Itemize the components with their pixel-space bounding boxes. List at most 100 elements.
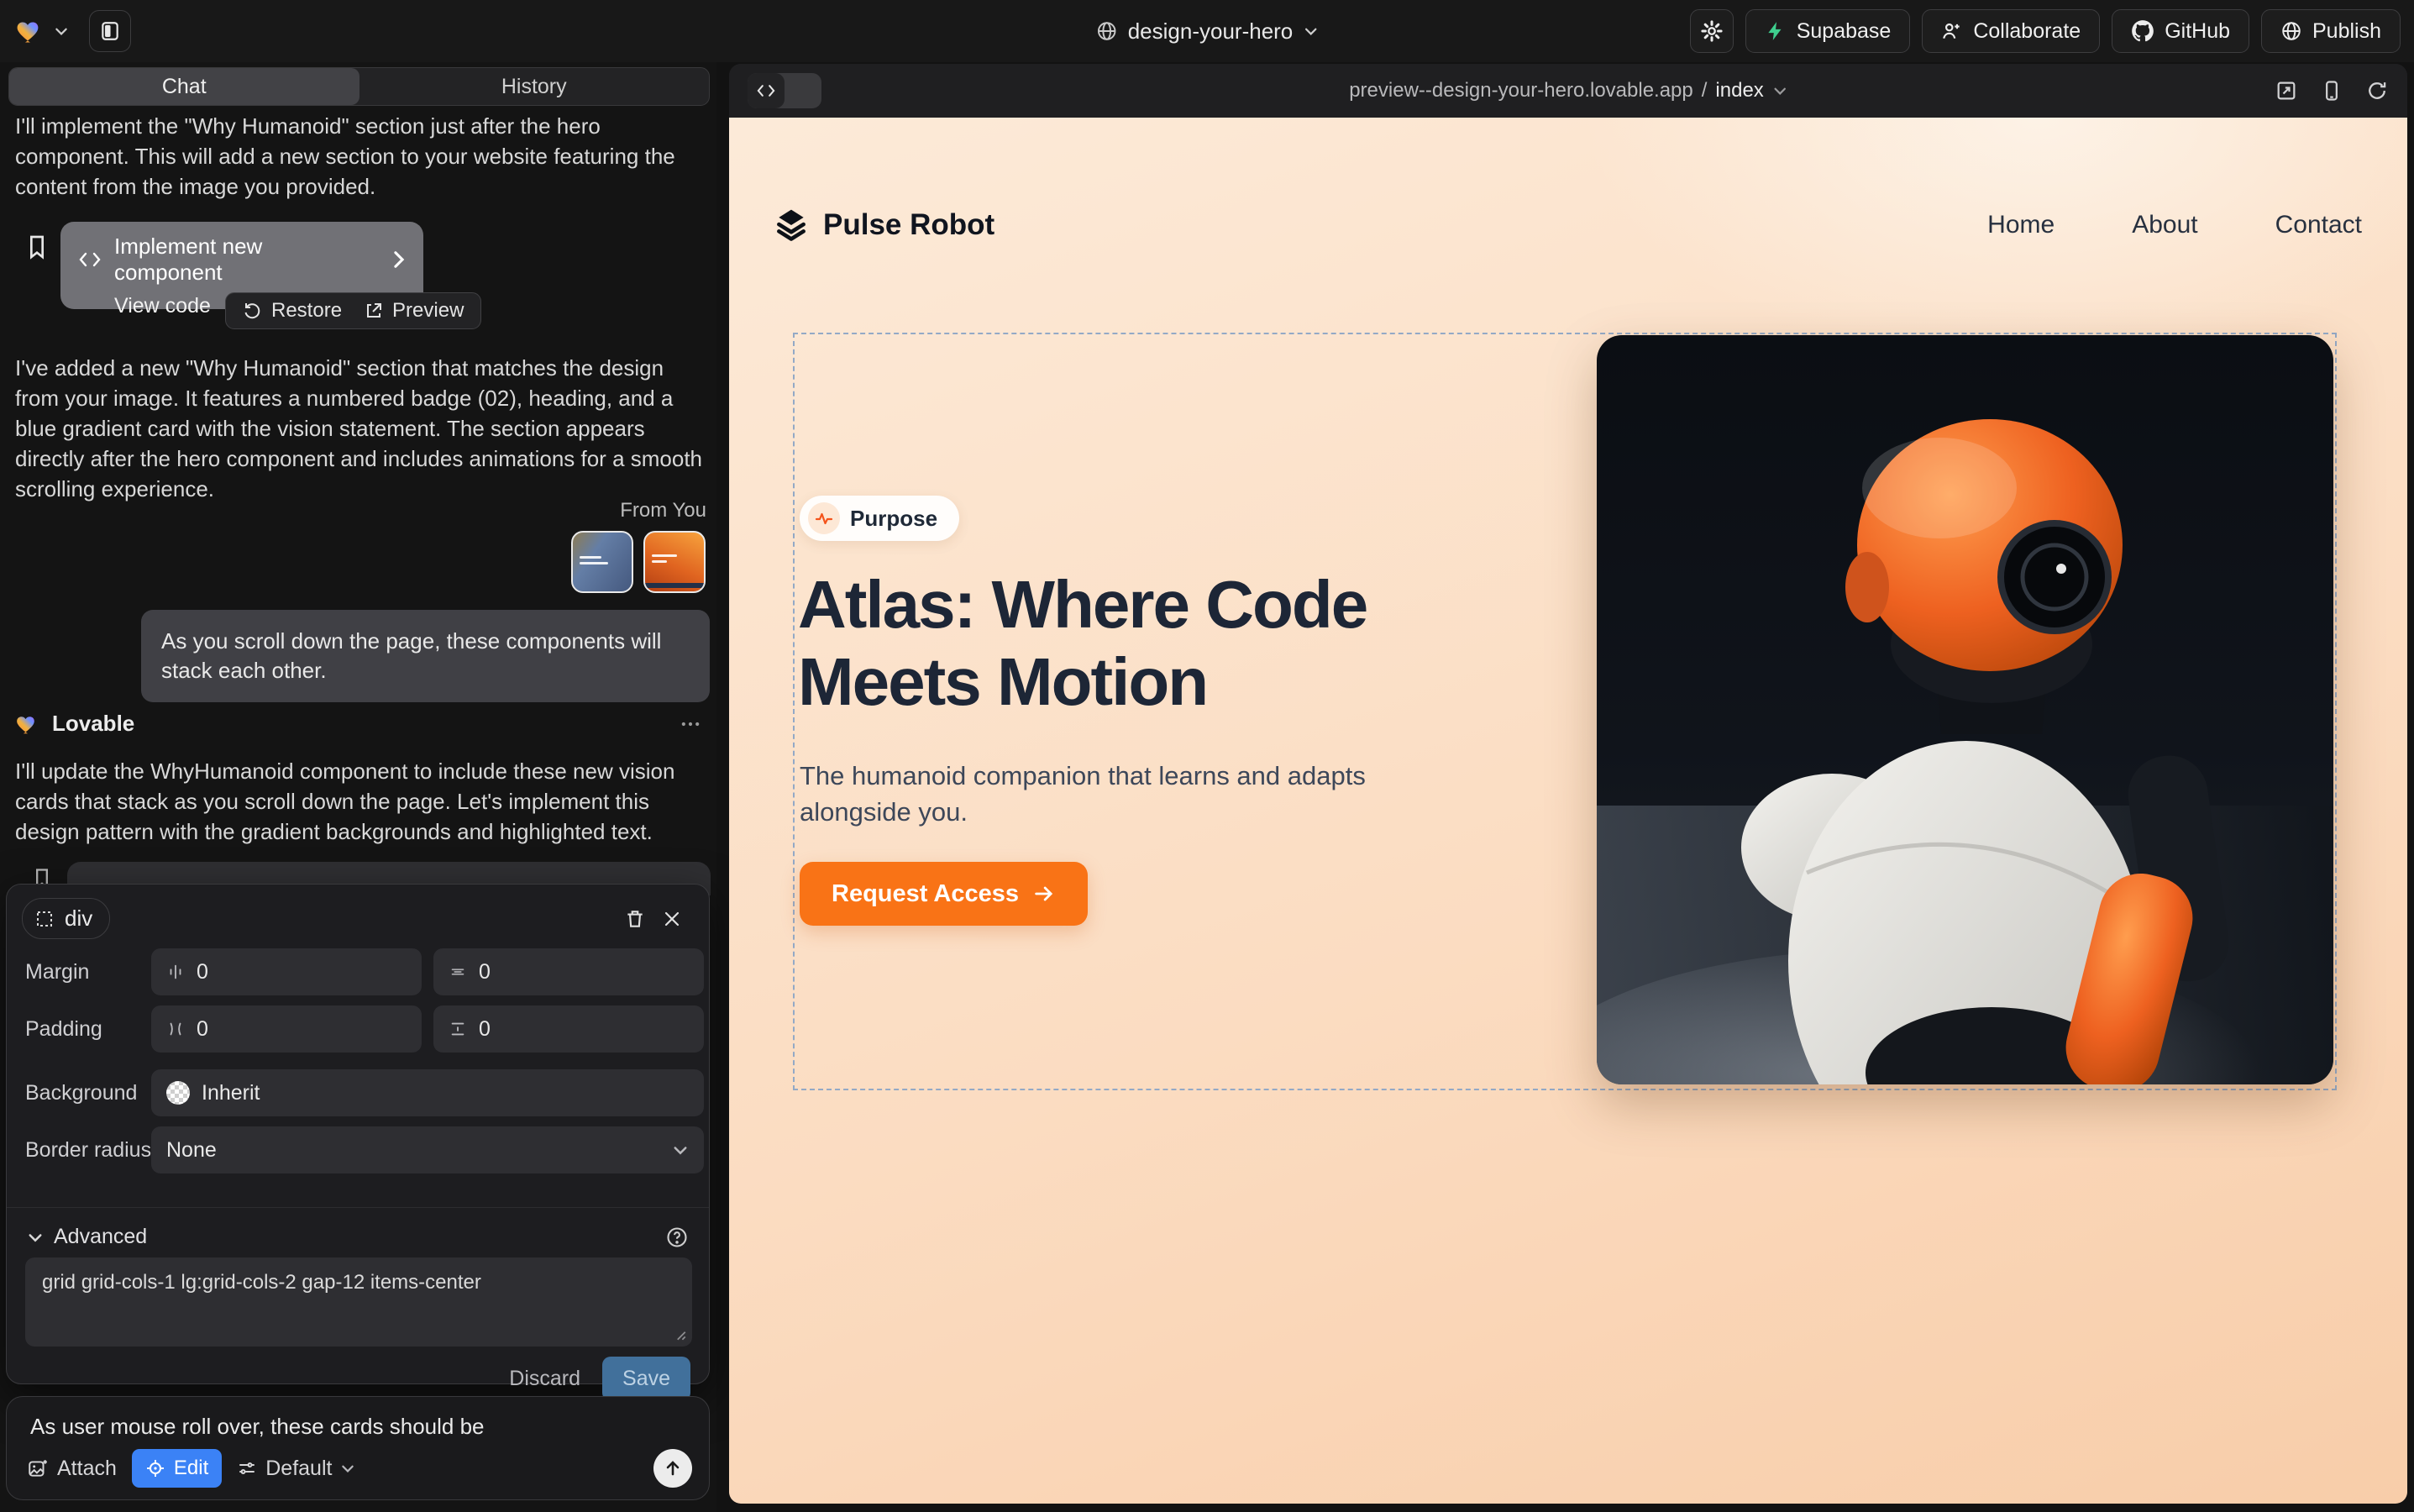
hero-heading: Atlas: Where Code Meets Motion xyxy=(798,566,1367,721)
user-message-bubble: As you scroll down the page, these compo… xyxy=(141,610,710,702)
settings-button[interactable] xyxy=(1690,9,1734,53)
open-in-new-tab-icon[interactable] xyxy=(2275,79,2298,102)
attachment-thumbnail-blue[interactable] xyxy=(571,531,633,593)
site-canvas: Pulse Robot Home About Contact Purpose A… xyxy=(729,118,2407,1504)
lovable-logo-icon[interactable] xyxy=(15,16,45,46)
chevron-down-icon xyxy=(672,1142,689,1158)
assistant-message-2: I've added a new "Why Humanoid" section … xyxy=(15,353,702,504)
resize-handle[interactable] xyxy=(672,1326,687,1341)
preview-domain: preview--design-your-hero.lovable.app xyxy=(1349,79,1693,102)
margin-x-input[interactable]: 0 xyxy=(151,948,422,995)
element-tag: div xyxy=(65,906,92,932)
restore-button[interactable]: Restore xyxy=(243,299,342,323)
preview-toolbar: preview--design-your-hero.lovable.app / … xyxy=(729,64,2407,118)
delete-element-button[interactable] xyxy=(617,900,653,937)
padding-label: Padding xyxy=(25,1017,102,1042)
margin-x-icon xyxy=(166,963,185,981)
mobile-view-icon[interactable] xyxy=(2320,79,2343,102)
from-you-label: From You xyxy=(620,499,706,522)
margin-label: Margin xyxy=(25,960,89,984)
preview-url[interactable]: preview--design-your-hero.lovable.app / … xyxy=(1349,79,1787,102)
supabase-button[interactable]: Supabase xyxy=(1745,9,1911,53)
hero-robot-image xyxy=(1597,335,2333,1084)
background-label: Background xyxy=(25,1081,137,1105)
github-button[interactable]: GitHub xyxy=(2112,9,2249,53)
project-switcher[interactable]: design-your-hero xyxy=(1096,0,1319,62)
assistant-name: Lovable xyxy=(52,711,134,737)
advanced-section-label[interactable]: Advanced xyxy=(54,1225,147,1249)
pulse-icon xyxy=(808,502,840,534)
site-logo[interactable]: Pulse Robot xyxy=(773,207,994,244)
edit-mode-button[interactable]: Edit xyxy=(132,1449,222,1488)
attach-image-icon xyxy=(27,1457,49,1479)
sliders-icon xyxy=(237,1458,257,1478)
selected-element-pill[interactable]: div xyxy=(22,898,110,939)
hero-subheading: The humanoid companion that learns and a… xyxy=(800,758,1366,830)
assistant-message-1: I'll implement the "Why Humanoid" sectio… xyxy=(15,111,702,202)
layers-logo-icon xyxy=(773,207,810,244)
attachment-thumbnail-orange[interactable] xyxy=(643,531,706,593)
chevron-down-icon xyxy=(1772,83,1787,98)
collaborate-icon xyxy=(1941,20,1963,42)
attach-button[interactable]: Attach xyxy=(27,1457,117,1481)
nav-home[interactable]: Home xyxy=(1987,211,2055,239)
discard-button[interactable]: Discard xyxy=(509,1367,580,1391)
chevron-down-icon[interactable] xyxy=(54,24,69,39)
nav-about[interactable]: About xyxy=(2132,211,2197,239)
margin-y-icon xyxy=(449,963,467,981)
project-name: design-your-hero xyxy=(1128,18,1294,45)
save-button[interactable]: Save xyxy=(602,1357,690,1401)
brand-name: Pulse Robot xyxy=(823,208,994,242)
padding-x-input[interactable]: 0 xyxy=(151,1005,422,1053)
preview-button[interactable]: Preview xyxy=(364,299,464,323)
help-icon[interactable] xyxy=(665,1226,689,1249)
background-input[interactable]: Inherit xyxy=(151,1069,704,1116)
app-topbar: design-your-hero Supabase Collaborate Gi… xyxy=(0,0,2414,62)
border-radius-select[interactable]: None xyxy=(151,1126,704,1173)
transparency-swatch-icon xyxy=(166,1081,190,1105)
padding-y-input[interactable]: 0 xyxy=(433,1005,704,1053)
assistant-message-3: I'll update the WhyHumanoid component to… xyxy=(15,756,702,847)
border-radius-label: Border radius xyxy=(25,1138,151,1163)
element-inspector-panel: div Margin 0 0 Padding 0 0 Back xyxy=(6,884,710,1384)
chat-tabs: Chat History xyxy=(8,67,710,106)
chat-composer[interactable]: As user mouse roll over, these cards sho… xyxy=(6,1396,710,1500)
bookmark-icon[interactable] xyxy=(24,234,50,260)
composer-input[interactable]: As user mouse roll over, these cards sho… xyxy=(30,1414,685,1440)
github-icon xyxy=(2131,19,2154,43)
padding-y-icon xyxy=(449,1020,467,1038)
publish-button[interactable]: Publish xyxy=(2261,9,2401,53)
tab-chat[interactable]: Chat xyxy=(9,68,359,105)
tab-history[interactable]: History xyxy=(359,68,710,105)
dashed-box-icon xyxy=(34,909,55,929)
chevron-down-icon[interactable] xyxy=(27,1229,44,1246)
supabase-icon xyxy=(1765,20,1787,42)
crosshair-icon xyxy=(145,1458,165,1478)
open-external-icon xyxy=(364,301,384,321)
tailwind-classes-textarea[interactable]: grid grid-cols-1 lg:grid-cols-2 gap-12 i… xyxy=(25,1257,692,1347)
code-icon xyxy=(77,249,102,270)
code-preview-toggle[interactable] xyxy=(748,73,821,108)
nav-contact[interactable]: Contact xyxy=(2275,211,2362,239)
arrow-right-icon xyxy=(1032,882,1056,906)
chevron-down-icon xyxy=(340,1461,355,1476)
restore-preview-pill: Restore Preview xyxy=(225,292,481,329)
globe-icon xyxy=(1096,20,1118,42)
restore-icon xyxy=(243,301,263,321)
more-options-icon[interactable] xyxy=(679,712,702,736)
send-button[interactable] xyxy=(653,1449,692,1488)
site-nav: Home About Contact xyxy=(1987,211,2362,239)
publish-globe-icon xyxy=(2280,20,2302,42)
model-selector[interactable]: Default xyxy=(237,1457,355,1481)
padding-x-icon xyxy=(166,1020,185,1038)
sidebar-toggle-button[interactable] xyxy=(89,10,131,52)
lovable-heart-icon xyxy=(15,711,40,737)
request-access-button[interactable]: Request Access xyxy=(800,862,1088,926)
collaborate-button[interactable]: Collaborate xyxy=(1922,9,2100,53)
chevron-down-icon xyxy=(1303,24,1318,39)
preview-pane: preview--design-your-hero.lovable.app / … xyxy=(729,64,2407,1504)
refresh-icon[interactable] xyxy=(2365,79,2389,102)
code-view-icon[interactable] xyxy=(748,73,785,108)
margin-y-input[interactable]: 0 xyxy=(433,948,704,995)
close-panel-button[interactable] xyxy=(653,900,690,937)
